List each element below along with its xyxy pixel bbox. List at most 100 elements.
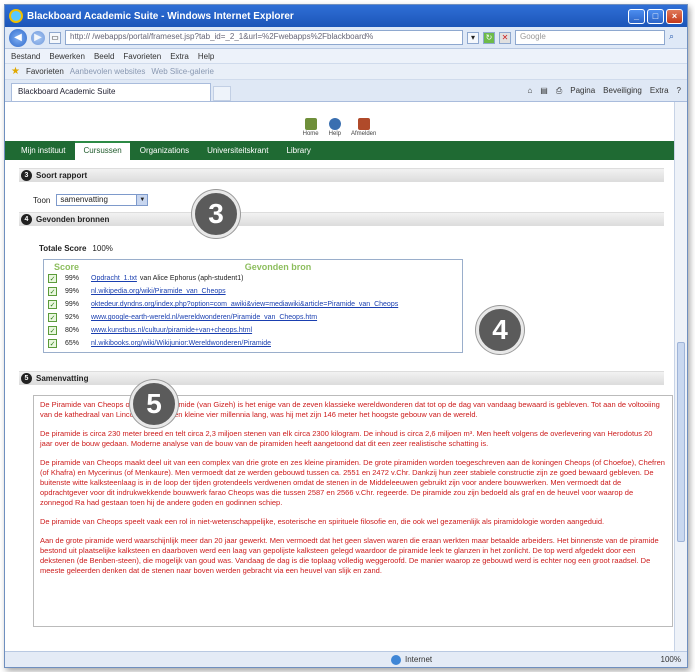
- chevron-down-icon[interactable]: ▼: [136, 195, 148, 205]
- favorites-star-icon[interactable]: ★: [11, 66, 20, 77]
- source-row: ✓ 99% nl.wikipedia.org/wiki/Piramide_van…: [48, 287, 226, 296]
- source-link[interactable]: www.kunstbus.nl/cultuur/piramide+van+che…: [91, 327, 252, 334]
- sources-table: Score Gevonden bron ✓ 99% Opdracht_1.txt…: [43, 259, 463, 353]
- favorites-item[interactable]: Web Slice-galerie: [151, 67, 214, 76]
- close-button[interactable]: ×: [666, 8, 683, 24]
- source-row: ✓ 99% oktedeur.dyndns.org/index.php?opti…: [48, 300, 399, 309]
- page-icon: ▭: [49, 31, 61, 44]
- menu-help[interactable]: Help: [198, 52, 214, 61]
- source-checkbox[interactable]: ✓: [48, 287, 57, 296]
- total-score: Totale Score 100%: [39, 244, 113, 253]
- window-title: Blackboard Academic Suite - Windows Inte…: [27, 10, 294, 22]
- globe-icon: [391, 654, 401, 665]
- source-link[interactable]: oktedeur.dyndns.org/index.php?option=com…: [91, 301, 398, 308]
- dropdown-icon[interactable]: ▾: [467, 31, 479, 44]
- search-icon[interactable]: ⌕: [669, 31, 683, 45]
- feeds-icon[interactable]: ▤: [540, 86, 548, 96]
- cmd-extra[interactable]: Extra: [650, 86, 669, 96]
- address-bar: ◀ ▶ ▭ http:// /webapps/portal/frameset.j…: [5, 27, 687, 49]
- step-number: 5: [21, 373, 32, 384]
- tab-cursussen[interactable]: Cursussen: [75, 141, 130, 160]
- ie-logo-icon: [9, 9, 23, 23]
- vertical-scrollbar[interactable]: [674, 102, 687, 651]
- section-title: Gevonden bronnen: [36, 215, 110, 224]
- source-checkbox[interactable]: ✓: [48, 300, 57, 309]
- callout-badge-3: 3: [192, 190, 240, 238]
- section-samenvatting: 5 Samenvatting: [19, 371, 664, 385]
- search-input[interactable]: Google: [515, 30, 665, 45]
- section-gevonden-bronnen: 4 Gevonden bronnen: [19, 212, 664, 226]
- help-cmd-icon[interactable]: ?: [677, 86, 681, 96]
- step-number: 3: [21, 170, 32, 181]
- zone-label: Internet: [405, 655, 433, 664]
- source-row: ✓ 80% www.kunstbus.nl/cultuur/piramide+v…: [48, 326, 253, 335]
- favorites-button[interactable]: Favorieten: [26, 67, 64, 76]
- scrollbar-thumb[interactable]: [677, 342, 685, 542]
- status-bar: Internet 100%: [5, 651, 687, 667]
- tab-mijn-instituut[interactable]: Mijn instituut: [13, 141, 73, 160]
- callout-badge-4: 4: [476, 306, 524, 354]
- callout-badge-5: 5: [130, 380, 178, 428]
- toon-row: Toon samenvatting ▼: [19, 182, 664, 212]
- menu-beeld[interactable]: Beeld: [94, 52, 114, 61]
- browser-window: Blackboard Academic Suite - Windows Inte…: [4, 4, 688, 668]
- web-page: Home Help Afmelden Mijn instituut Cursus…: [5, 102, 674, 651]
- bb-home-link[interactable]: Home: [303, 118, 319, 137]
- source-row: ✓ 65% nl.wikibooks.org/wiki/Wikijunior:W…: [48, 339, 271, 348]
- forward-icon[interactable]: ▶: [31, 30, 45, 45]
- sources-header: Score Gevonden bron: [54, 262, 312, 272]
- new-tab-button[interactable]: [213, 86, 231, 101]
- maximize-button[interactable]: □: [647, 8, 664, 24]
- summary-paragraph: De piramide van Cheops speelt vaak een r…: [40, 517, 605, 526]
- home-cmd-icon[interactable]: ⌂: [527, 86, 532, 96]
- source-link[interactable]: nl.wikibooks.org/wiki/Wikijunior:Wereldw…: [91, 340, 271, 347]
- source-link[interactable]: www.google-earth-wereld.nl/wereldwondere…: [91, 314, 317, 321]
- bb-top-links: Home Help Afmelden: [5, 102, 674, 140]
- summary-paragraph: De piramide is circa 230 meter breed en …: [40, 429, 653, 448]
- logout-icon: [357, 118, 370, 130]
- refresh-icon[interactable]: ↻: [483, 31, 495, 44]
- menu-bar: Bestand Bewerken Beeld Favorieten Extra …: [5, 49, 687, 64]
- source-row: ✓ 92% www.google-earth-wereld.nl/wereldw…: [48, 313, 318, 322]
- title-bar: Blackboard Academic Suite - Windows Inte…: [5, 5, 687, 27]
- section-soort-rapport: 3 Soort rapport: [19, 168, 664, 182]
- browser-tab[interactable]: Blackboard Academic Suite: [11, 83, 211, 101]
- minimize-button[interactable]: _: [628, 8, 645, 24]
- stop-icon[interactable]: ✕: [499, 31, 511, 44]
- section-title: Samenvatting: [36, 374, 89, 383]
- source-checkbox[interactable]: ✓: [48, 313, 57, 322]
- tab-library[interactable]: Library: [278, 141, 318, 160]
- source-checkbox[interactable]: ✓: [48, 339, 57, 348]
- cmd-beveiliging[interactable]: Beveiliging: [603, 86, 642, 96]
- rapport-type-select[interactable]: samenvatting ▼: [56, 194, 149, 206]
- source-checkbox[interactable]: ✓: [48, 326, 57, 335]
- help-icon: [328, 118, 341, 130]
- summary-paragraph: Aan de grote piramide werd waarschijnlij…: [40, 536, 659, 575]
- tab-universiteitskrant[interactable]: Universiteitskrant: [199, 141, 276, 160]
- section-title: Soort rapport: [36, 171, 88, 180]
- cmd-pagina[interactable]: Pagina: [570, 86, 595, 96]
- summary-paragraph: De piramide van Cheops maakt deel uit va…: [40, 458, 665, 507]
- menu-favorieten[interactable]: Favorieten: [123, 52, 161, 61]
- source-link[interactable]: Opdracht_1.txt: [91, 275, 137, 282]
- menu-bewerken[interactable]: Bewerken: [49, 52, 85, 61]
- bb-logout-link[interactable]: Afmelden: [351, 118, 376, 137]
- menu-bestand[interactable]: Bestand: [11, 52, 40, 61]
- favorites-bar: ★ Favorieten Aanbevolen websites Web Sli…: [5, 64, 687, 80]
- tab-bar: Blackboard Academic Suite ⌂ ▤ ⎙ Pagina B…: [5, 80, 687, 102]
- summary-text: De Piramide van Cheops of de Grote Piram…: [33, 395, 673, 627]
- tab-organizations[interactable]: Organizations: [132, 141, 197, 160]
- source-link[interactable]: nl.wikipedia.org/wiki/Piramide_van_Cheop…: [91, 288, 226, 295]
- home-icon: [304, 118, 317, 130]
- step-number: 4: [21, 214, 32, 225]
- favorites-item[interactable]: Aanbevolen websites: [70, 67, 146, 76]
- zoom-level[interactable]: 100%: [661, 655, 681, 664]
- source-row: ✓ 99% Opdracht_1.txt van Alice Ephorus (…: [48, 274, 244, 283]
- source-checkbox[interactable]: ✓: [48, 274, 57, 283]
- bb-nav-tabs: Mijn instituut Cursussen Organizations U…: [5, 141, 674, 160]
- menu-extra[interactable]: Extra: [170, 52, 189, 61]
- bb-help-link[interactable]: Help: [329, 118, 341, 137]
- print-icon[interactable]: ⎙: [556, 86, 562, 96]
- back-icon[interactable]: ◀: [9, 28, 27, 47]
- url-field[interactable]: http:// /webapps/portal/frameset.jsp?tab…: [65, 30, 463, 45]
